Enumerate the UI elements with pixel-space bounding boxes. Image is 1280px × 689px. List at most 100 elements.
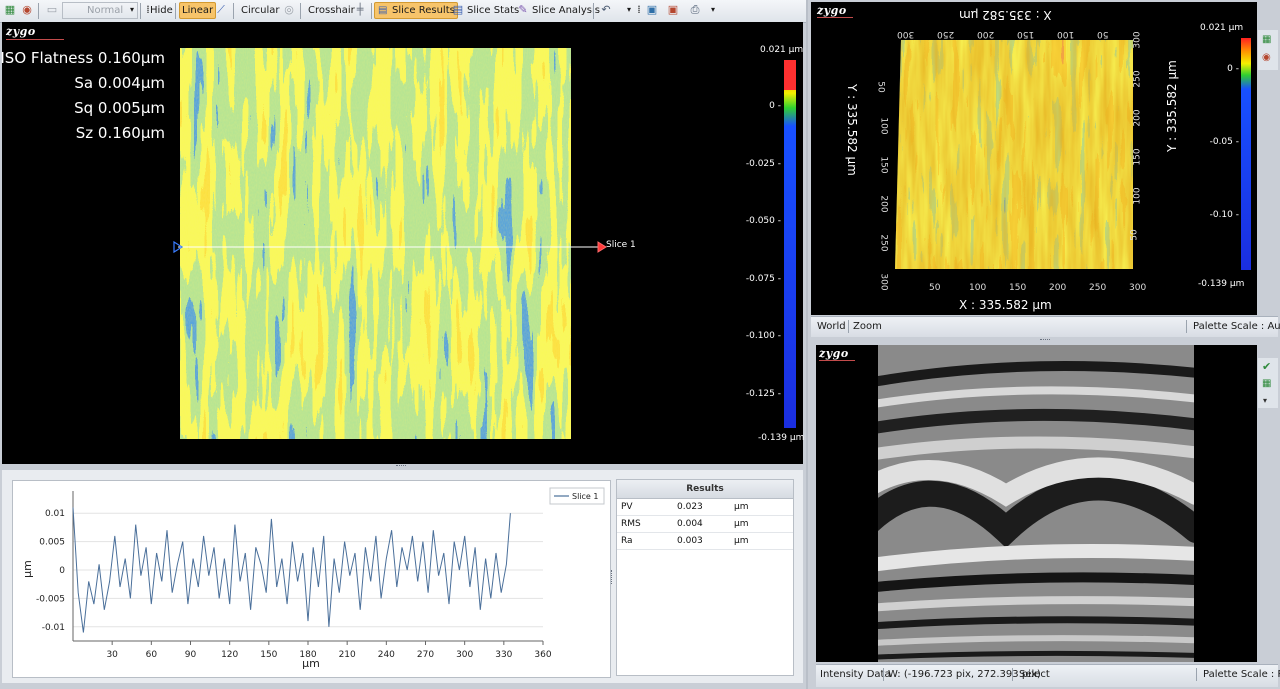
view3d-side-toolbar: ▦ ◉ [1258,30,1278,70]
slice-label[interactable]: Slice 1 [606,240,636,250]
toolbar-separator [38,3,39,19]
vertical-splitter[interactable] [806,0,808,689]
results-panel: Results PV 0.023 µm RMS 0.004 µm Ra 0.003 µm [616,479,794,676]
x-tick-label: 300 [456,650,473,660]
results-metric-unit: µm [734,536,749,546]
crosshair-button[interactable]: Crosshair [308,3,355,18]
view3d-panel: zygo X : 335.582 µm X: 335.582 µm Y: 3… [811,2,1257,315]
axis-tick-label: 200 [977,29,995,39]
hide-button[interactable]: Hide [150,3,173,18]
surface-3d-texture [895,40,1133,269]
y-tick-label: 0.005 [39,538,65,548]
x-axis-label: µm [302,657,320,670]
crosshair-icon[interactable]: ╪ [353,3,367,17]
legend-label: Slice 1 [572,492,598,501]
axis-tick-label: 100 [878,117,889,135]
slice-end-marker[interactable] [597,241,607,253]
x-tick-label: 150 [260,650,277,660]
world-button[interactable]: World [817,321,846,332]
slice-stats-icon: ▤ [452,3,464,16]
x-tick-label: 60 [146,650,158,660]
axis-tick-label: 50 [875,81,886,93]
intensity-panel: zygo [816,345,1257,662]
colorbar-tick-label: 0 - [1227,64,1239,74]
axis-tick-label: 250 [1132,70,1143,88]
y-tick-label: -0.01 [42,623,65,633]
chevron-down-icon[interactable]: ▾ [125,3,139,17]
results-metric-value: 0.023 [677,502,703,512]
grid-icon[interactable]: ▦ [3,3,17,17]
slice-analysis-icon: ✎ [518,3,528,16]
chevron-down-icon[interactable]: ▾ [1263,396,1267,405]
palette-scale-status: Palette Scale : Auto [1193,321,1280,332]
x-tick-label: 120 [221,650,238,660]
surface-map-texture [180,48,571,439]
y-axis-label-right: Y : 335.582 µm [1165,60,1179,152]
intensity-statusbar: Intensity Data W: (-196.723 pix, 272.393… [816,664,1280,687]
colorbar-max-label: 0.021 µm [1200,23,1244,33]
colorbar-tick-label: -0.100 - [745,331,781,341]
palette-icon[interactable]: ◉ [20,3,34,17]
colorbar-tick-label: -0.05 - [1209,137,1239,147]
colorbar-max-label: 0.021 µm [760,45,804,55]
axis-tick-label: 200 [1049,283,1067,293]
intensity-side-toolbar: ✔ ▦ ▾ [1258,358,1278,408]
toolbar-separator [233,3,234,19]
surface-map-svg [173,48,796,439]
undo-icon[interactable]: ↶ [599,3,613,17]
axis-tick-label: 300 [897,29,915,39]
results-metric-name: RMS [621,519,641,529]
select-mode-button[interactable]: Select [1019,669,1050,680]
results-metric-value: 0.004 [677,519,703,529]
y-tick-label: 0 [59,566,65,576]
splitter-grip[interactable] [396,465,406,469]
y-tick-label: 0.01 [45,509,65,519]
x-tick-label: 270 [417,650,434,660]
grip-icon: ⁞ [637,3,641,16]
toolbar-separator [371,3,372,19]
axis-tick-label: 150 [1017,29,1035,39]
slice-stats-button[interactable]: Slice Stats [467,3,519,18]
print-icon[interactable]: ⎙ [688,3,702,17]
linear-button[interactable]: Linear [179,2,217,19]
results-metric-name: PV [621,502,633,512]
colorbar-tick-label: -0.10 - [1209,210,1239,220]
x-tick-label: 360 [534,650,551,660]
x-axis-label-top: X : 335.582 µm [959,8,1052,22]
grid-icon[interactable]: ▦ [1262,378,1271,389]
axis-tick-label: 100 [969,283,987,293]
chevron-down-icon[interactable]: ▾ [706,3,720,17]
grid-icon[interactable]: ▦ [1262,34,1271,45]
slice-profile-chart[interactable]: -0.01-0.00500.0050.0130 60 90 120 150 180 210 2… [13,481,610,677]
colorbar-tick-label: 0 - [769,101,781,111]
splitter-grip[interactable] [611,570,614,584]
zoom-button[interactable]: Zoom [853,321,882,332]
x-tick-label: 90 [185,650,197,660]
y-tick-label: -0.005 [36,594,65,604]
x-tick-label: 330 [495,650,512,660]
cursor-coordinates: W: (-196.723 pix, 272.393 pix) [888,669,1041,680]
slice-results-icon: ▤ [378,5,388,16]
palette-icon[interactable]: ◉ [1262,52,1271,63]
slice-analysis-button[interactable]: Slice Analysis [532,3,600,18]
results-metric-unit: µm [734,519,749,529]
intensity-data-label: Intensity Data [820,669,891,680]
surface-map-panel: zygo ISO Flatness 0.160µm Sa 0.004µm Sq 0.… [0,22,804,464]
circular-button[interactable]: Circular [241,3,280,18]
axis-tick-label: 200 [1132,109,1143,127]
checkmark-icon[interactable]: ✔ [1262,360,1271,373]
colorbar-tick-label: -0.025 - [745,158,781,169]
x-tick-label: 210 [339,650,356,660]
status-separator [1196,668,1197,681]
slice-results-button[interactable]: ▤ Slice Results [374,2,458,19]
y-axis-label: µm [21,560,34,578]
export-icon[interactable]: ▣ [666,3,680,17]
status-separator [848,320,849,333]
toolbar-separator [593,3,594,19]
splitter-grip[interactable] [1040,339,1050,343]
copy-image-icon[interactable]: ▣ [645,3,659,17]
line-tool-icon[interactable]: ⟋ [214,3,228,17]
circle-tool-icon[interactable]: ◎ [282,3,296,17]
colorbar-highlight [784,60,796,90]
status-separator [1012,668,1013,681]
